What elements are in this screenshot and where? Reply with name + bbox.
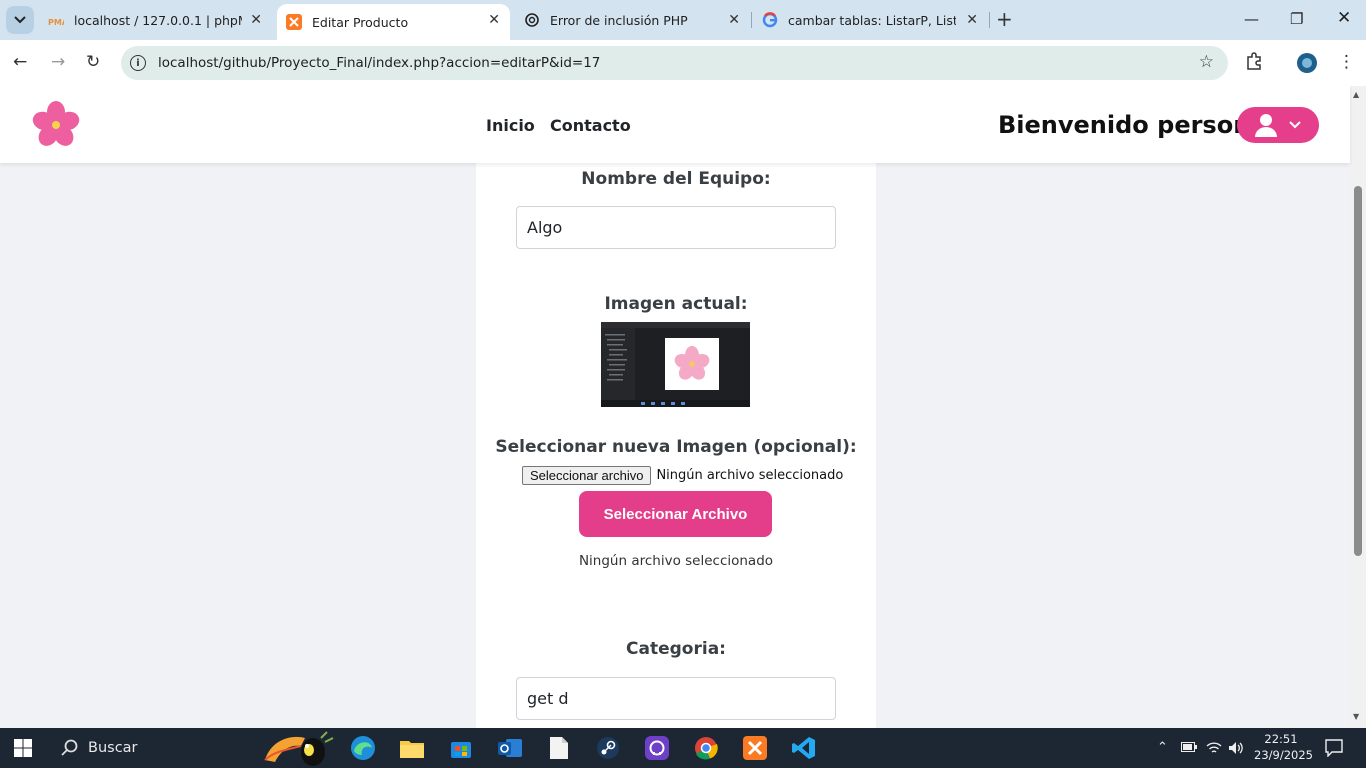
windows-taskbar: Buscar ⌃ 22:51 23/9/2025	[0, 728, 1366, 768]
extensions-icon[interactable]	[1245, 52, 1263, 75]
tab-google-search[interactable]: cambar tablas: ListarP, ListarSLU ✕	[762, 0, 988, 40]
address-url[interactable]: localhost/github/Proyecto_Final/index.ph…	[158, 55, 600, 71]
clock-time: 22:51	[1264, 732, 1298, 746]
nav-contacto[interactable]: Contacto	[550, 116, 631, 135]
chevron-down-icon	[1289, 121, 1301, 129]
windows-start-icon[interactable]	[14, 739, 32, 757]
scroll-down-icon[interactable]: ▼	[1353, 712, 1359, 721]
back-icon[interactable]: ←	[13, 52, 27, 72]
phpmyadmin-icon: PMA	[48, 18, 64, 27]
github-desktop-app-icon[interactable]	[643, 734, 671, 762]
tab-separator	[751, 12, 752, 28]
notifications-icon[interactable]	[1325, 739, 1343, 757]
category-input[interactable]: get d	[516, 677, 836, 720]
reload-icon[interactable]: ↻	[86, 52, 100, 72]
microsoft-store-app-icon[interactable]	[447, 734, 475, 762]
flower-logo-icon[interactable]	[32, 101, 80, 149]
edit-product-form: Nombre del Equipo: Algo Imagen actual: S…	[476, 163, 876, 728]
search-icon	[61, 739, 78, 756]
notepad-app-icon[interactable]	[545, 734, 573, 762]
file-status-text: Ningún archivo seleccionado	[578, 553, 774, 569]
native-file-button[interactable]: Seleccionar archivo	[522, 466, 652, 485]
clock-date: 23/9/2025	[1254, 748, 1313, 762]
team-name-label: Nombre del Equipo:	[581, 169, 771, 189]
google-icon	[762, 12, 778, 28]
welcome-text: Bienvenido persona	[998, 111, 1267, 139]
site-header: Inicio Contacto Bienvenido persona	[0, 86, 1350, 163]
tab-search-button[interactable]	[6, 6, 34, 34]
chrome-app-icon[interactable]	[682, 728, 730, 768]
close-tab-icon[interactable]: ✕	[488, 12, 500, 28]
tab-title: Editar Producto	[312, 14, 409, 30]
browser-tab-bar: PMA localhost / 127.0.0.1 | phpMyAd ✕ Ed…	[0, 0, 1366, 40]
openai-icon	[525, 13, 539, 27]
xampp-icon	[286, 14, 302, 30]
current-image-label: Imagen actual:	[604, 294, 748, 314]
steam-app-icon[interactable]	[594, 734, 622, 762]
browser-menu-icon[interactable]: ⋮	[1338, 52, 1355, 72]
tab-error-php[interactable]: Error de inclusión PHP ✕	[524, 0, 750, 40]
tab-separator	[989, 12, 990, 28]
page-scrollbar[interactable]: ▲ ▼	[1350, 86, 1366, 728]
close-tab-icon[interactable]: ✕	[250, 12, 262, 28]
svg-text:PMA: PMA	[48, 18, 64, 27]
address-bar[interactable]: i localhost/github/Proyecto_Final/index.…	[121, 46, 1228, 80]
current-image-preview	[601, 322, 750, 407]
chevron-up-icon[interactable]: ⌃	[1157, 740, 1168, 755]
close-tab-icon[interactable]: ✕	[966, 12, 978, 28]
scroll-up-icon[interactable]: ▲	[1353, 90, 1359, 99]
native-file-status: Ningún archivo seleccionado	[656, 468, 844, 483]
scrollbar-thumb[interactable]	[1354, 186, 1362, 556]
edge-app-icon[interactable]	[349, 734, 377, 762]
team-name-input[interactable]: Algo	[516, 206, 836, 249]
user-menu-button[interactable]	[1237, 107, 1319, 143]
bookmark-star-icon[interactable]: ☆	[1199, 52, 1214, 72]
restore-icon[interactable]: ❐	[1290, 10, 1303, 28]
nav-inicio[interactable]: Inicio	[486, 116, 535, 135]
taskbar-search[interactable]: Buscar	[49, 728, 336, 768]
native-file-input[interactable]: Seleccionar archivo Ningún archivo selec…	[522, 466, 843, 485]
search-label: Buscar	[88, 740, 138, 756]
tab-phpmyadmin[interactable]: PMA localhost / 127.0.0.1 | phpMyAd ✕	[48, 0, 272, 40]
taskbar-clock[interactable]: 22:51 23/9/2025	[1254, 731, 1313, 763]
close-tab-icon[interactable]: ✕	[728, 12, 740, 28]
tab-title: Error de inclusión PHP	[550, 12, 688, 28]
tab-title: cambar tablas: ListarP, ListarSLU	[788, 12, 956, 28]
outlook-app-icon[interactable]	[496, 734, 524, 762]
xampp-app-icon[interactable]	[741, 734, 769, 762]
tab-editar-producto[interactable]: Editar Producto ✕	[277, 4, 510, 40]
volume-icon[interactable]	[1228, 741, 1244, 755]
battery-icon[interactable]	[1181, 742, 1197, 752]
new-tab-button[interactable]: +	[996, 9, 1013, 29]
toucan-illustration-icon	[264, 731, 334, 766]
user-icon	[1255, 114, 1277, 137]
wifi-icon[interactable]	[1206, 741, 1222, 755]
minimize-icon[interactable]: —	[1244, 10, 1259, 28]
chevron-down-icon	[14, 16, 26, 24]
profile-avatar-icon[interactable]	[1297, 53, 1317, 78]
vscode-app-icon[interactable]	[790, 734, 818, 762]
tab-title: localhost / 127.0.0.1 | phpMyAd	[74, 12, 242, 28]
forward-icon[interactable]: →	[51, 52, 65, 72]
close-window-icon[interactable]: ✕	[1337, 8, 1351, 28]
file-explorer-app-icon[interactable]	[398, 734, 426, 762]
new-image-label: Seleccionar nueva Imagen (opcional):	[495, 437, 857, 457]
category-label: Categoria:	[626, 639, 726, 659]
site-info-icon[interactable]: i	[130, 55, 146, 71]
select-file-button[interactable]: Seleccionar Archivo	[579, 491, 772, 537]
